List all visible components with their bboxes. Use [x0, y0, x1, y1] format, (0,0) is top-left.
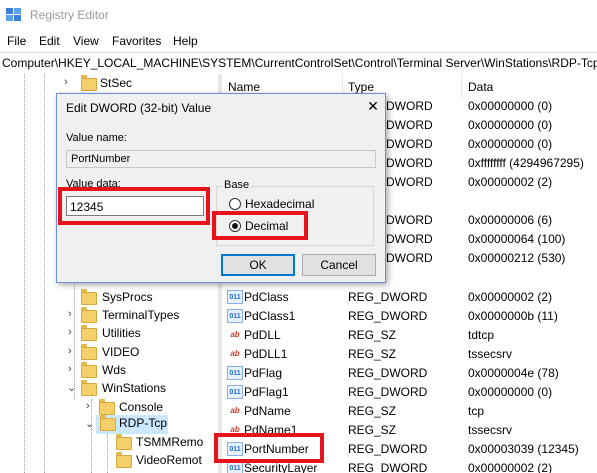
chevron-down-icon[interactable]: ⌄	[67, 381, 76, 394]
table-row[interactable]: ab PdDLL REG_SZ tdtcp	[222, 326, 597, 345]
tree-item-rdp-tcp[interactable]: RDP-Tcp	[96, 415, 168, 434]
address-path[interactable]: Computer\HKEY_LOCAL_MACHINE\SYSTEM\Curre…	[2, 56, 597, 70]
string-value-icon: ab	[230, 406, 240, 415]
table-row[interactable]: 011 PdFlag REG_DWORD 0x0000004e (78)	[222, 364, 597, 383]
chevron-right-icon[interactable]: ›	[86, 400, 90, 412]
table-row[interactable]: 011 PdClass REG_DWORD 0x00000002 (2)	[222, 288, 597, 307]
menu-edit[interactable]: Edit	[39, 34, 60, 48]
tree-item-label: StSec	[100, 76, 133, 90]
tree-item-label: Utilities	[102, 326, 141, 340]
window-title: Registry Editor	[30, 8, 109, 22]
highlight-decimal	[212, 211, 308, 240]
menu-file[interactable]: File	[7, 34, 26, 48]
highlight-value-data	[58, 187, 210, 225]
registry-editor-icon	[6, 8, 21, 21]
highlight-portnumber	[214, 433, 324, 463]
column-divider[interactable]	[461, 74, 462, 98]
tree-item-utilities[interactable]: › Utilities	[64, 325, 214, 345]
folder-open-icon	[100, 415, 116, 431]
tree-item-label: TerminalTypes	[102, 308, 180, 322]
tree-item-stsec[interactable]: › StSec	[64, 75, 214, 95]
binary-value-icon: 011	[227, 385, 243, 399]
chevron-right-icon[interactable]: ›	[68, 308, 72, 320]
tree-item-label: Console	[119, 400, 164, 414]
tree-item-label: TSMMRemo	[136, 435, 204, 449]
column-header-data[interactable]: Data	[468, 80, 493, 94]
folder-icon	[81, 362, 97, 378]
tree-guide	[24, 74, 25, 473]
tree-item-label: SysProcs	[102, 290, 153, 304]
title-bar: Registry Editor	[0, 0, 597, 30]
hexadecimal-radio[interactable]	[229, 198, 241, 210]
hexadecimal-label[interactable]: Hexadecimal	[245, 197, 314, 211]
menu-favorites[interactable]: Favorites	[112, 34, 161, 48]
tree-item-label: WinStations	[102, 381, 167, 395]
table-row[interactable]: ab PdDLL1 REG_SZ tssecsrv	[222, 345, 597, 364]
menu-help[interactable]: Help	[173, 34, 198, 48]
string-value-icon: ab	[230, 349, 240, 358]
folder-icon	[81, 289, 97, 305]
folder-icon	[99, 399, 115, 415]
folder-icon	[116, 434, 132, 450]
tree-item-winstations[interactable]: ⌄ WinStations	[64, 380, 214, 400]
chevron-down-icon[interactable]: ⌄	[85, 417, 94, 430]
address-bar[interactable]: Computer\HKEY_LOCAL_MACHINE\SYSTEM\Curre…	[0, 52, 597, 75]
folder-icon	[81, 380, 97, 396]
tree-item-label: Wds	[102, 363, 126, 377]
close-icon[interactable]: ✕	[363, 97, 383, 115]
value-name-text: PortNumber	[71, 153, 131, 165]
value-name-field: PortNumber	[66, 150, 376, 168]
tree-item-videoremot[interactable]: VideoRemot	[112, 452, 218, 472]
folder-icon	[116, 452, 132, 468]
tree-guide	[44, 74, 45, 473]
tree-item-label: VIDEO	[102, 345, 140, 359]
chevron-right-icon[interactable]: ›	[64, 76, 68, 88]
table-row[interactable]: 011 PdFlag1 REG_DWORD 0x00000000 (0)	[222, 383, 597, 402]
cancel-button[interactable]: Cancel	[302, 254, 376, 276]
string-value-icon: ab	[230, 330, 240, 339]
table-row[interactable]: ab PdName REG_SZ tcp	[222, 402, 597, 421]
folder-icon	[81, 307, 97, 323]
tree-item-sysprocs[interactable]: SysProcs	[64, 289, 214, 309]
tree-item-video[interactable]: › VIDEO	[64, 344, 214, 364]
tree-item-terminaltypes[interactable]: › TerminalTypes	[64, 307, 214, 327]
tree-item-tsmmremo[interactable]: TSMMRemo	[112, 434, 218, 454]
ok-button[interactable]: OK	[221, 254, 295, 276]
chevron-right-icon[interactable]: ›	[68, 345, 72, 357]
tree-item-label: RDP-Tcp	[119, 416, 168, 430]
menu-view[interactable]: View	[73, 34, 99, 48]
value-name-label: Value name:	[66, 132, 127, 144]
tree-item-label: VideoRemot	[136, 453, 202, 467]
binary-value-icon: 011	[227, 290, 243, 304]
folder-icon	[81, 325, 97, 341]
chevron-right-icon[interactable]: ›	[68, 326, 72, 338]
binary-value-icon: 011	[227, 309, 243, 323]
menu-bar: File Edit View Favorites Help	[0, 30, 597, 52]
column-header-type[interactable]: Type	[348, 80, 374, 94]
column-header-name[interactable]: Name	[228, 80, 260, 94]
folder-icon	[81, 344, 97, 360]
tree-item-wds[interactable]: › Wds	[64, 362, 214, 382]
folder-icon	[81, 75, 97, 91]
dialog-title: Edit DWORD (32-bit) Value	[66, 101, 212, 115]
table-row[interactable]: 011 PdClass1 REG_DWORD 0x0000000b (11)	[222, 307, 597, 326]
base-label: Base	[222, 179, 252, 191]
tree-guide	[107, 434, 108, 473]
chevron-right-icon[interactable]: ›	[68, 363, 72, 375]
binary-value-icon: 011	[227, 366, 243, 380]
